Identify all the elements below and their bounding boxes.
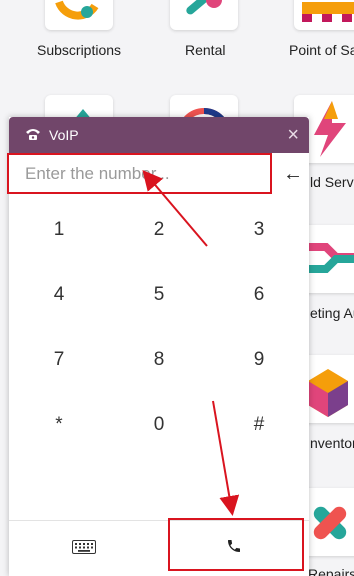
app-label-subscriptions[interactable]: Subscriptions xyxy=(37,42,121,58)
backspace-icon[interactable]: ← xyxy=(283,163,303,186)
key-5[interactable]: 5 xyxy=(109,262,209,327)
point-of-sale-app-icon[interactable] xyxy=(294,0,354,30)
app-label-repairs[interactable]: Repairs xyxy=(308,566,354,576)
call-button[interactable] xyxy=(159,521,309,576)
key-3[interactable]: 3 xyxy=(209,197,309,262)
subscriptions-app-icon[interactable] xyxy=(45,0,113,30)
key-0[interactable]: 0 xyxy=(109,392,209,457)
voip-header[interactable]: VoIP × xyxy=(9,117,309,153)
key-2[interactable]: 2 xyxy=(109,197,209,262)
key-hash[interactable]: # xyxy=(209,392,309,457)
number-row: ← xyxy=(9,153,309,197)
phone-icon xyxy=(25,127,41,144)
key-star[interactable]: * xyxy=(9,392,109,457)
app-label-point-of-sale[interactable]: Point of Sa xyxy=(289,42,354,58)
phone-number-input[interactable] xyxy=(9,153,273,195)
keyboard-button[interactable] xyxy=(9,521,159,576)
voip-title: VoIP xyxy=(49,127,79,143)
voip-footer xyxy=(9,520,309,576)
app-label-rental[interactable]: Rental xyxy=(185,42,225,58)
app-label-marketing-automation[interactable]: eting Au xyxy=(310,305,354,321)
key-7[interactable]: 7 xyxy=(9,327,109,392)
voip-panel: VoIP × ← 1 2 3 4 5 6 7 8 9 * 0 # xyxy=(9,117,309,576)
call-icon xyxy=(226,538,242,559)
key-8[interactable]: 8 xyxy=(109,327,209,392)
key-9[interactable]: 9 xyxy=(209,327,309,392)
app-label-inventory[interactable]: nventor xyxy=(310,435,354,451)
rental-app-icon[interactable] xyxy=(170,0,238,30)
key-6[interactable]: 6 xyxy=(209,262,309,327)
app-label-field-service[interactable]: ld Servic xyxy=(310,174,354,190)
key-1[interactable]: 1 xyxy=(9,197,109,262)
close-icon[interactable]: × xyxy=(287,124,299,147)
keyboard-icon xyxy=(72,538,96,559)
key-4[interactable]: 4 xyxy=(9,262,109,327)
